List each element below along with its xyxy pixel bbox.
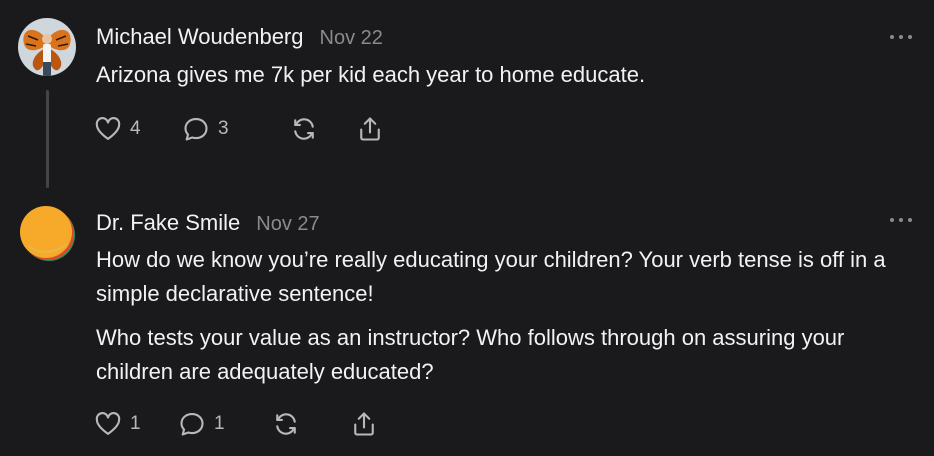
comment-button[interactable]: 1 [178, 410, 272, 438]
comment-post: Dr. Fake Smile Nov 27 How do we know you… [0, 190, 934, 456]
share-button[interactable] [356, 115, 396, 143]
share-icon [356, 115, 384, 143]
author-name[interactable]: Dr. Fake Smile [96, 210, 240, 236]
post-date[interactable]: Nov 22 [320, 27, 383, 50]
avatar[interactable] [18, 18, 76, 76]
avatar[interactable] [18, 204, 76, 262]
thread-line [46, 90, 49, 188]
more-icon [890, 218, 894, 222]
more-options-button[interactable] [890, 32, 912, 42]
restack-button[interactable] [272, 410, 350, 438]
comment-button[interactable]: 3 [182, 115, 290, 143]
author-name[interactable]: Michael Woudenberg [96, 24, 304, 50]
like-count: 4 [130, 118, 141, 139]
restack-button[interactable] [290, 115, 356, 143]
post-actions: 1 1 [94, 410, 390, 438]
post-header: Dr. Fake Smile Nov 27 [96, 210, 320, 236]
post-paragraph: How do we know you’re really educating y… [96, 247, 886, 306]
comment-icon [178, 410, 206, 438]
comment-count: 1 [214, 413, 225, 434]
post-body: How do we know you’re really educating y… [96, 243, 896, 399]
more-options-button[interactable] [890, 215, 912, 225]
post-paragraph: Who tests your value as an instructor? W… [96, 325, 845, 384]
restack-icon [290, 115, 318, 143]
more-icon [890, 35, 894, 39]
heart-icon [94, 115, 122, 143]
restack-icon [272, 410, 300, 438]
comment-count: 3 [218, 118, 229, 139]
post-date[interactable]: Nov 27 [256, 213, 319, 236]
post-body: Arizona gives me 7k per kid each year to… [96, 58, 896, 102]
like-count: 1 [130, 413, 141, 434]
like-button[interactable]: 1 [94, 410, 178, 438]
heart-icon [94, 410, 122, 438]
comment-icon [182, 115, 210, 143]
share-button[interactable] [350, 410, 390, 438]
post-actions: 4 3 [94, 115, 396, 143]
comment-post: Michael Woudenberg Nov 22 Arizona gives … [0, 0, 934, 190]
share-icon [350, 410, 378, 438]
post-paragraph: Arizona gives me 7k per kid each year to… [96, 62, 646, 87]
post-header: Michael Woudenberg Nov 22 [96, 24, 383, 50]
like-button[interactable]: 4 [94, 115, 182, 143]
